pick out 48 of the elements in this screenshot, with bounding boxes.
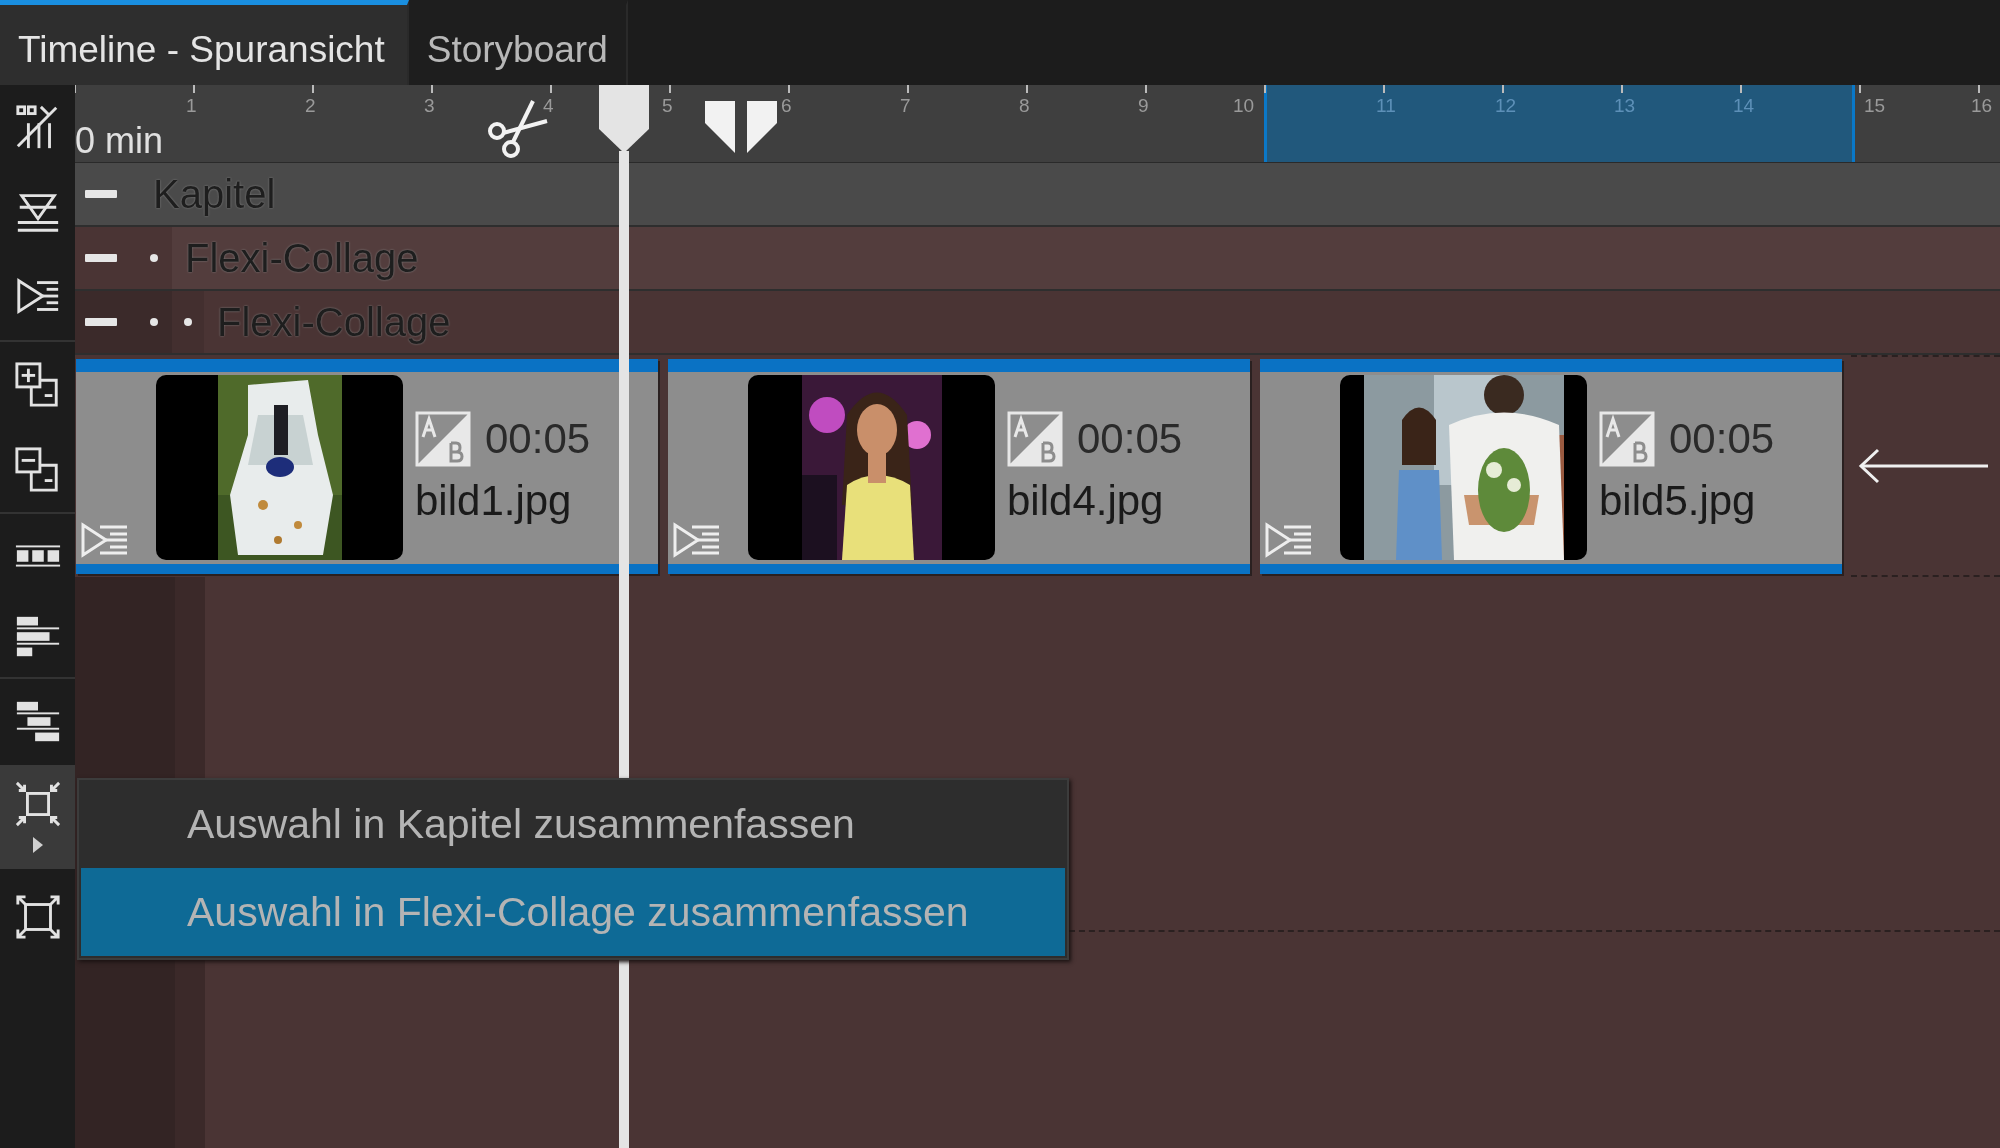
clip-duration: 00:05 (1669, 414, 1775, 463)
menu-item[interactable]: Auswahl in Kapitel zusammenfassen (81, 780, 1065, 868)
tick-label: 16 (1971, 95, 1993, 117)
collapse-icon[interactable] (85, 253, 117, 263)
tick-label: 14 (1733, 95, 1755, 117)
tick-label: 6 (781, 95, 792, 117)
clip-duration: 00:05 (1077, 414, 1183, 463)
toolbar-button[interactable] (0, 765, 75, 869)
clip-filename: bild1.jpg (415, 476, 573, 525)
tick-label: 4 (543, 95, 554, 117)
marker-pair-icon[interactable] (703, 99, 779, 155)
tick-label: 15 (1864, 95, 1886, 117)
time-unit-label: 0 min (75, 120, 164, 162)
triangle-list-icon (80, 521, 130, 558)
collapse-icon[interactable] (85, 317, 117, 327)
time-ruler[interactable]: 1 2 3 4 5 6 7 8 9 10 11 12 13 14 15 16 0 min (75, 85, 2000, 163)
expand-box-icon (13, 892, 62, 941)
menu-item[interactable]: Auswahl in Flexi-Collage zusammenfassen (81, 868, 1065, 956)
tick-label: 1 (186, 95, 197, 117)
tick-label: 9 (1138, 95, 1149, 117)
clip-duration: 00:05 (485, 414, 591, 463)
tick-label: 11 (1376, 95, 1396, 117)
tick-label: 5 (662, 95, 673, 117)
collapse-box-icon (13, 780, 62, 828)
triangle-list-icon (672, 521, 722, 558)
clip-filename: bild5.jpg (1599, 476, 1757, 525)
tick-label: 10 (1233, 95, 1255, 117)
bullet-icon (184, 318, 192, 326)
tick-label: 13 (1614, 95, 1636, 117)
collapse-icon[interactable] (85, 189, 117, 199)
triangle-list-icon (1264, 521, 1314, 558)
clip[interactable]: 00:05 bild1.jpg (76, 358, 658, 574)
clip[interactable]: 00:05 bild4.jpg (668, 358, 1250, 574)
left-arrow-icon (1858, 446, 1988, 486)
transition-icon[interactable] (415, 410, 471, 467)
tick-label: 7 (900, 95, 911, 117)
clip[interactable]: 00:05 bild5.jpg (1260, 358, 1842, 574)
tick-label: 3 (424, 95, 435, 117)
tick-label: 2 (305, 95, 316, 117)
bullet-icon (150, 254, 158, 262)
transition-icon[interactable] (1007, 410, 1063, 467)
tick-label: 12 (1495, 95, 1517, 117)
tab[interactable]: Timeline - Spuransicht (0, 0, 409, 85)
bullet-icon (150, 318, 158, 326)
tick-label: 8 (1019, 95, 1030, 117)
caret-icon (31, 836, 44, 854)
transition-icon[interactable] (1599, 410, 1655, 467)
clip-filename: bild4.jpg (1007, 476, 1165, 525)
